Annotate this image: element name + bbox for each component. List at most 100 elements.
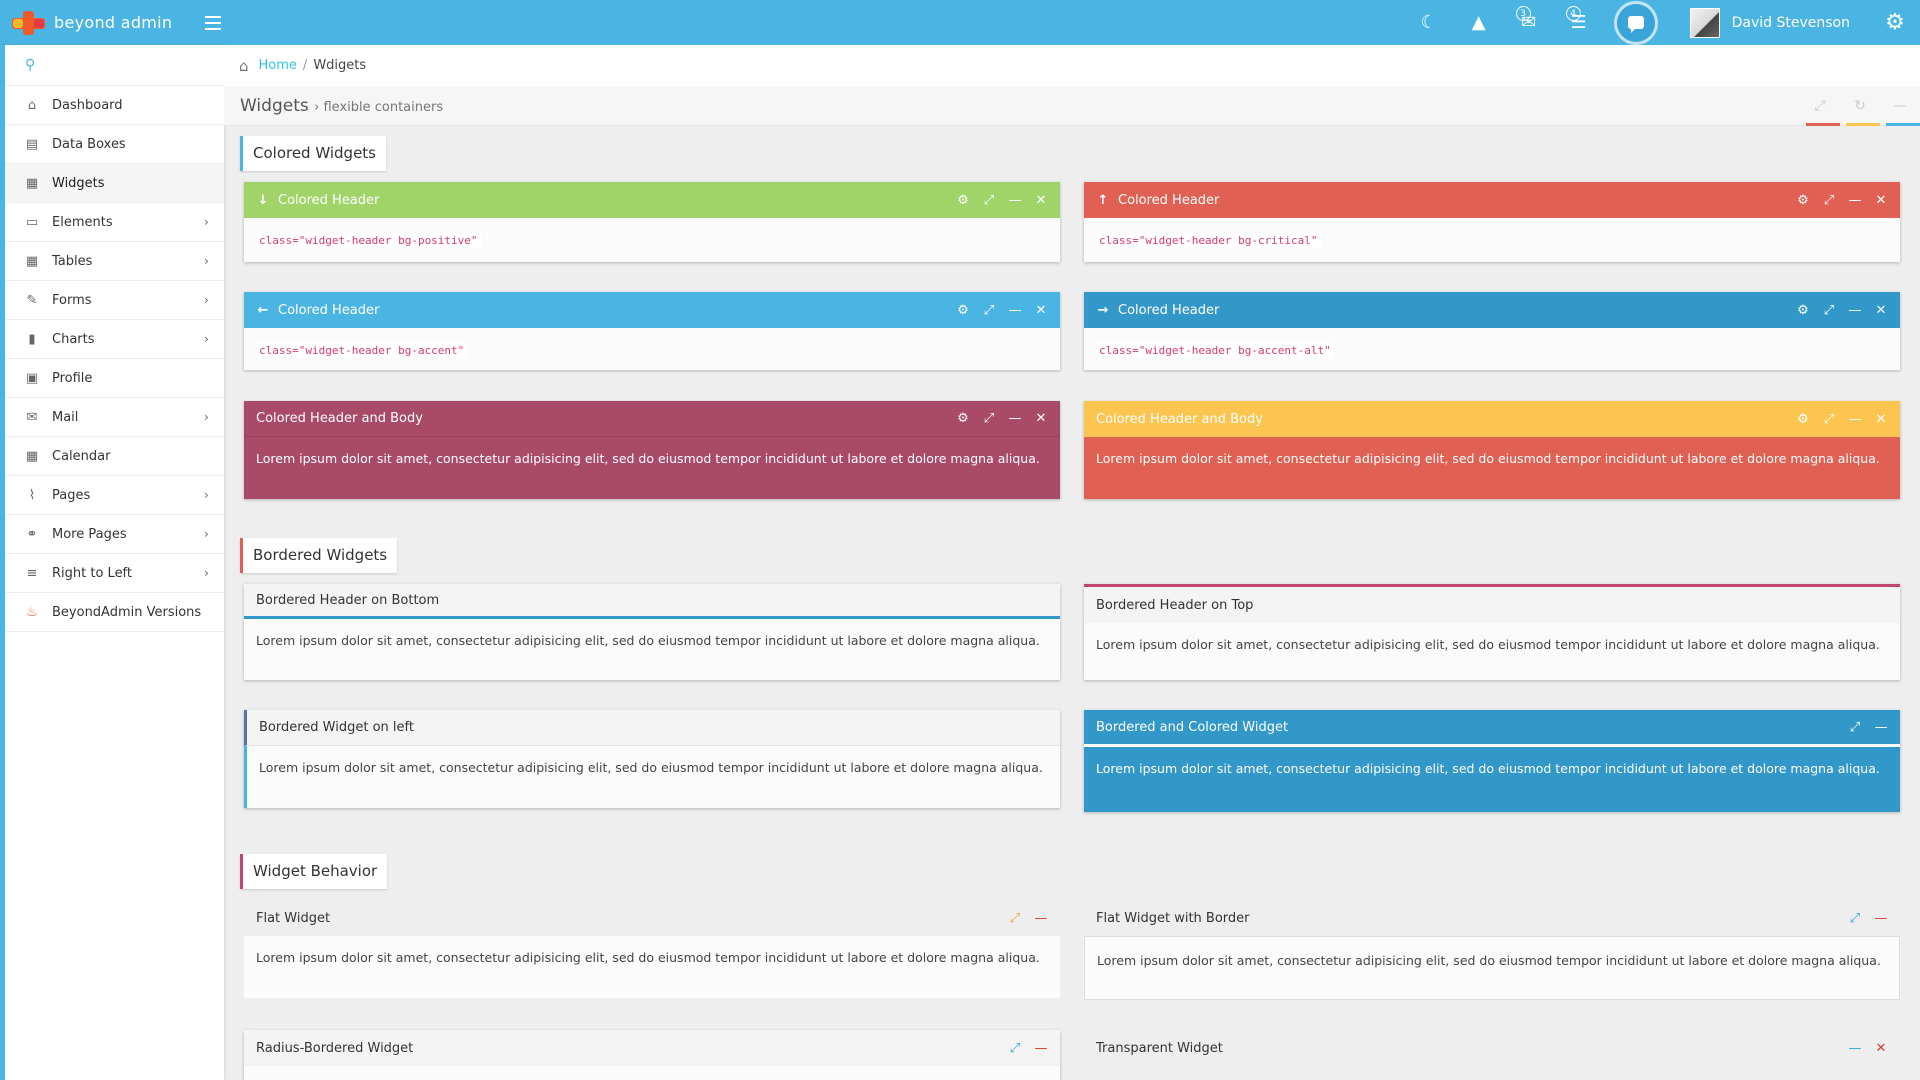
sidebar-item-label: More Pages <box>52 526 127 542</box>
home-icon: ⌂ <box>27 97 37 113</box>
paperclip-icon: ⌇ <box>28 487 36 503</box>
widget-body: Lorem ipsum dolor sit amet, consectetur … <box>256 451 1040 466</box>
sidebar-item-label: Widgets <box>52 175 105 191</box>
gear-icon[interactable]: ⚙ <box>1790 401 1816 437</box>
expand-icon[interactable]: ⤢ <box>1842 709 1868 745</box>
close-icon[interactable]: ✕ <box>1868 401 1894 437</box>
align-right-icon: ≡ <box>26 565 38 581</box>
sidebar-item-more-pages[interactable]: ⚭ More Pages › <box>5 515 224 554</box>
user-menu[interactable]: David Stevenson <box>1668 0 1870 45</box>
sidebar-toggle-icon[interactable] <box>205 15 221 30</box>
minimize-icon[interactable]: — <box>1842 292 1868 328</box>
widget-body: Lorem ipsum dolor sit amet, consectetur … <box>1084 936 1900 1000</box>
minimize-icon[interactable]: — <box>1002 401 1028 437</box>
expand-icon[interactable]: ⤢ <box>976 292 1002 328</box>
sidebar-item-label: BeyondAdmin Versions <box>52 604 202 620</box>
sidebar-item-label: Tables <box>52 253 93 269</box>
sidebar-item-label: Right to Left <box>52 565 133 581</box>
gear-icon[interactable]: ⚙ <box>950 292 976 328</box>
refresh-icon[interactable]: ↻ <box>1840 86 1880 126</box>
widget-bordered-colored: Bordered and Colored Widget ⤢ — Lorem ip… <box>1084 710 1900 812</box>
arrow-right-icon: → <box>1097 302 1109 318</box>
page-title: Widgets › flexible containers <box>240 95 444 116</box>
sidebar-item-charts[interactable]: ▮ Charts › <box>5 320 224 359</box>
mail-icon[interactable]: ✉ 3 <box>1504 0 1554 45</box>
expand-icon[interactable]: ⤢ <box>1842 900 1868 936</box>
sidebar-item-forms[interactable]: ✎ Forms › <box>5 281 224 320</box>
brand-name: beyond admin <box>54 13 173 32</box>
widget-header: Radius-Bordered Widget ⤢ — <box>244 1030 1060 1066</box>
fullscreen-icon[interactable]: ⤢ <box>1800 86 1840 126</box>
expand-icon[interactable]: ⤢ <box>1002 900 1028 936</box>
arrow-down-icon: ↓ <box>257 192 269 208</box>
sidebar-item-label: Elements <box>52 214 113 230</box>
sidebar-item-tables[interactable]: ▦ Tables › <box>5 242 224 281</box>
expand-icon[interactable]: ⤢ <box>1816 401 1842 437</box>
brand-logo-icon <box>12 9 46 37</box>
close-icon[interactable]: ✕ <box>1028 401 1054 437</box>
widget-bordered-bottom: Bordered Header on Bottom Lorem ipsum do… <box>244 584 1060 680</box>
sidebar-item-right-to-left[interactable]: ≡ Right to Left › <box>5 554 224 593</box>
minimize-icon[interactable]: — <box>1842 401 1868 437</box>
settings-gear-icon[interactable]: ⚙ <box>1870 0 1920 45</box>
collapse-icon[interactable]: — <box>1880 86 1920 126</box>
tasks-icon[interactable]: ☰ 4 <box>1554 0 1604 45</box>
bar-chart-icon: ▮ <box>28 331 36 347</box>
breadcrumb-home-link[interactable]: Home <box>259 58 297 73</box>
gear-icon[interactable]: ⚙ <box>1790 182 1816 218</box>
widget-header: Colored Header and Body ⚙ ⤢ — ✕ <box>1084 401 1900 437</box>
minimize-icon[interactable]: — <box>1868 900 1894 936</box>
close-icon[interactable]: ✕ <box>1028 182 1054 218</box>
expand-icon[interactable]: ⤢ <box>1816 182 1842 218</box>
sidebar-item-elements[interactable]: ▭ Elements › <box>5 203 224 242</box>
expand-icon[interactable]: ⤢ <box>1816 292 1842 328</box>
minimize-icon[interactable]: — <box>1028 1030 1054 1066</box>
tasks-badge: 4 <box>1565 6 1581 21</box>
arrow-up-icon: ↑ <box>1097 192 1109 208</box>
sidebar-item-label: Calendar <box>52 448 111 464</box>
minimize-icon[interactable]: — <box>1002 182 1028 218</box>
widget-body: Lorem ipsum dolor sit amet, consectetur … <box>1096 637 1880 652</box>
minimize-icon[interactable]: — <box>1028 900 1054 936</box>
gear-icon[interactable]: ⚙ <box>1790 292 1816 328</box>
close-icon[interactable]: ✕ <box>1028 292 1054 328</box>
close-icon[interactable]: ✕ <box>1868 1030 1894 1066</box>
user-name: David Stevenson <box>1731 14 1850 31</box>
sidebar-item-label: Mail <box>52 409 79 425</box>
widget-radius-bordered: Radius-Bordered Widget ⤢ — <box>244 1030 1060 1080</box>
minimize-icon[interactable]: — <box>1842 1030 1868 1066</box>
link-icon: ⚭ <box>26 526 38 542</box>
widget-header: ↑ Colored Header ⚙ ⤢ — ✕ <box>1084 182 1900 218</box>
sidebar-search[interactable]: ⚲ <box>5 45 224 86</box>
breadcrumb: ⌂ Home / Wdigets <box>224 45 1920 86</box>
sidebar-item-widgets[interactable]: ▦ Widgets <box>5 164 224 203</box>
widget-header: Bordered Widget on left <box>244 710 1060 746</box>
brand[interactable]: beyond admin <box>0 9 205 37</box>
sidebar-item-mail[interactable]: ✉ Mail › <box>5 398 224 437</box>
close-icon[interactable]: ✕ <box>1868 182 1894 218</box>
sidebar-item-profile[interactable]: ▣ Profile <box>5 359 224 398</box>
sidebar-item-label: Pages <box>52 487 91 503</box>
minimize-icon[interactable]: — <box>1002 292 1028 328</box>
section-colored-widgets: Colored Widgets <box>240 136 386 171</box>
gear-icon[interactable]: ⚙ <box>950 182 976 218</box>
sidebar-item-beyondadmin-versions[interactable]: ♨ BeyondAdmin Versions <box>5 593 224 632</box>
expand-icon[interactable]: ⤢ <box>976 401 1002 437</box>
chat-button[interactable] <box>1613 0 1658 45</box>
widget-body: Lorem ipsum dolor sit amet, consectetur … <box>1096 761 1880 776</box>
gear-icon[interactable]: ⚙ <box>950 401 976 437</box>
sidebar-item-pages[interactable]: ⌇ Pages › <box>5 476 224 515</box>
moon-icon[interactable]: ☾ <box>1404 0 1454 45</box>
widget-colored-maroon: Colored Header and Body ⚙ ⤢ — ✕ Lorem ip… <box>244 401 1060 499</box>
sidebar-item-calendar[interactable]: ▦ Calendar <box>5 437 224 476</box>
sidebar-item-dashboard[interactable]: ⌂ Dashboard <box>5 86 224 125</box>
sidebar-item-data-boxes[interactable]: ▤ Data Boxes <box>5 125 224 164</box>
minimize-icon[interactable]: — <box>1868 709 1894 745</box>
minimize-icon[interactable]: — <box>1842 182 1868 218</box>
sidebar-item-label: Charts <box>52 331 95 347</box>
breadcrumb-current: Wdigets <box>313 58 367 73</box>
expand-icon[interactable]: ⤢ <box>976 182 1002 218</box>
close-icon[interactable]: ✕ <box>1868 292 1894 328</box>
warning-icon[interactable]: ▲ <box>1454 0 1504 45</box>
expand-icon[interactable]: ⤢ <box>1002 1030 1028 1066</box>
